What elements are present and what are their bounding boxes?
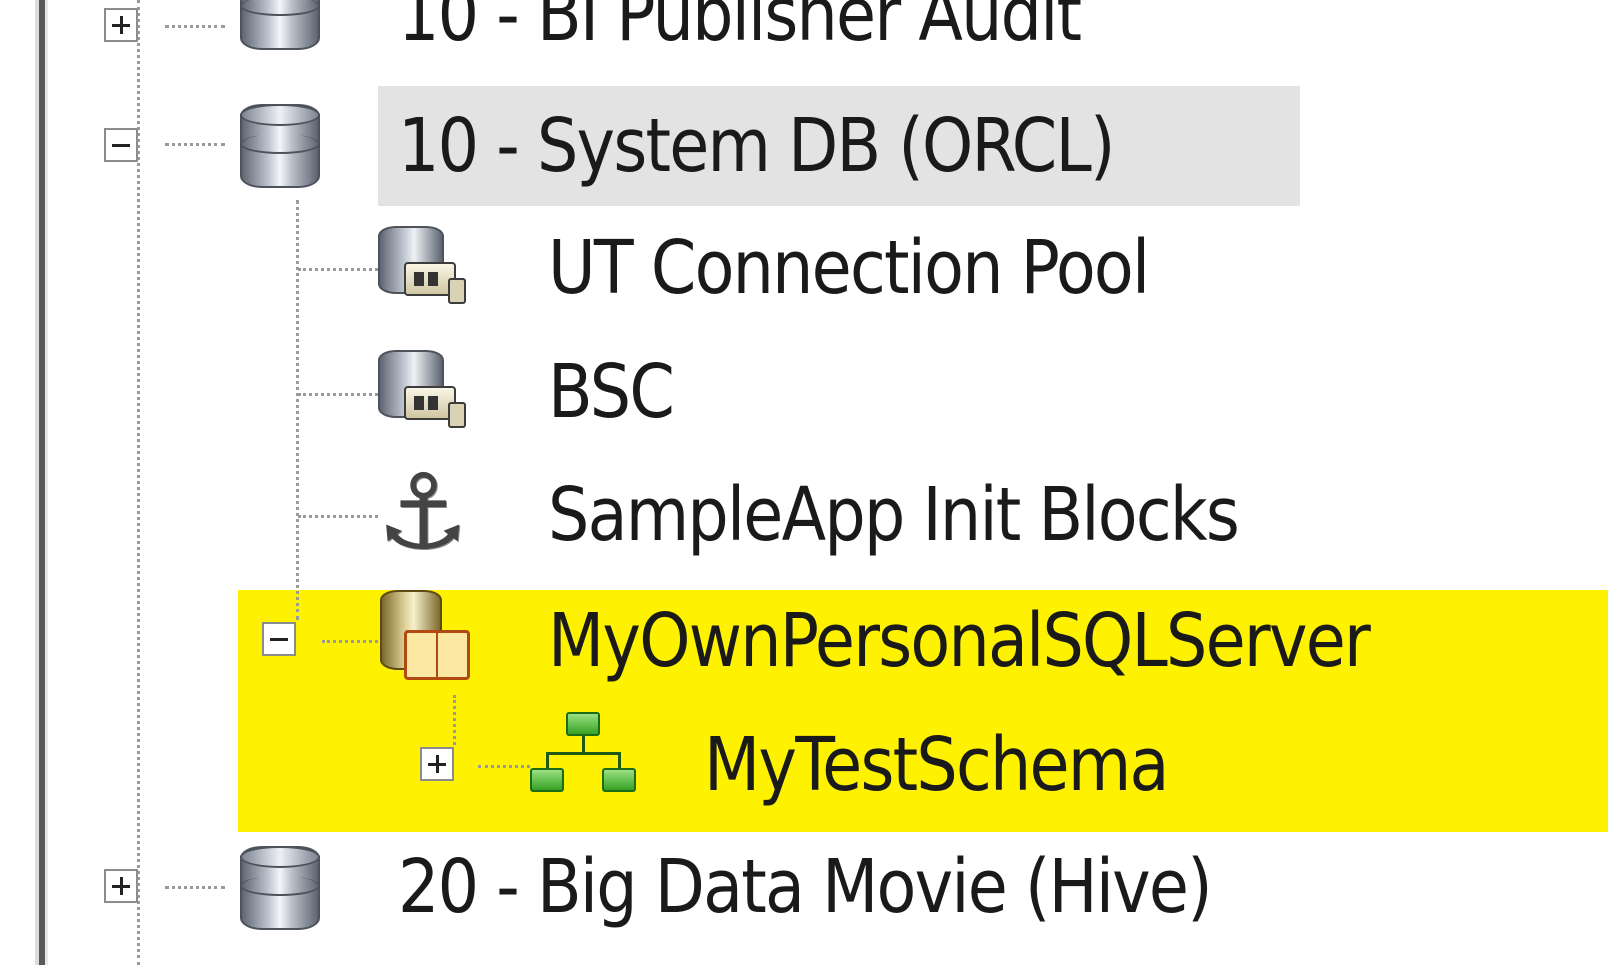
collapse-toggle-minus-icon[interactable]	[262, 622, 296, 656]
tree-connector	[296, 200, 299, 620]
expand-toggle-plus-icon[interactable]	[420, 747, 454, 781]
tree-item-label: UT Connection Pool	[548, 225, 1150, 311]
connection-pool-icon	[378, 226, 472, 316]
database-icon	[240, 104, 320, 188]
collapse-toggle-minus-icon[interactable]	[104, 128, 138, 162]
schema-icon	[528, 712, 640, 804]
sql-server-database-icon	[378, 590, 474, 686]
tree-item-label: MyOwnPersonalSQLServer	[548, 598, 1371, 684]
tree-item-label: SampleApp Init Blocks	[548, 472, 1240, 558]
anchor-icon: ⚓	[376, 451, 470, 573]
tree-connector	[298, 515, 378, 518]
tree-connector	[298, 268, 378, 271]
expand-toggle-plus-icon[interactable]	[104, 869, 138, 903]
tree-item-label: MyTestSchema	[704, 722, 1169, 808]
tree-connector	[298, 393, 378, 396]
tree-item-label: BSC	[548, 349, 675, 435]
database-icon	[240, 846, 320, 930]
tree-connector	[165, 886, 225, 889]
connection-pool-icon	[378, 350, 472, 440]
tree-connector	[165, 143, 225, 146]
tree-item-label: 20 - Big Data Movie (Hive)	[398, 844, 1213, 930]
panel-border-inner	[45, 0, 48, 965]
tree-connector	[165, 25, 225, 28]
tree-panel: 10 - BI Publisher Audit 10 - System DB (…	[0, 0, 1608, 965]
tree-connector	[322, 640, 378, 643]
expand-toggle-plus-icon[interactable]	[104, 8, 138, 42]
tree-connector	[453, 695, 456, 745]
tree-connector	[478, 765, 530, 768]
tree-item-label: 10 - BI Publisher Audit	[398, 0, 1082, 58]
database-icon	[240, 0, 320, 50]
tree-item-label: 10 - System DB (ORCL)	[398, 103, 1115, 189]
